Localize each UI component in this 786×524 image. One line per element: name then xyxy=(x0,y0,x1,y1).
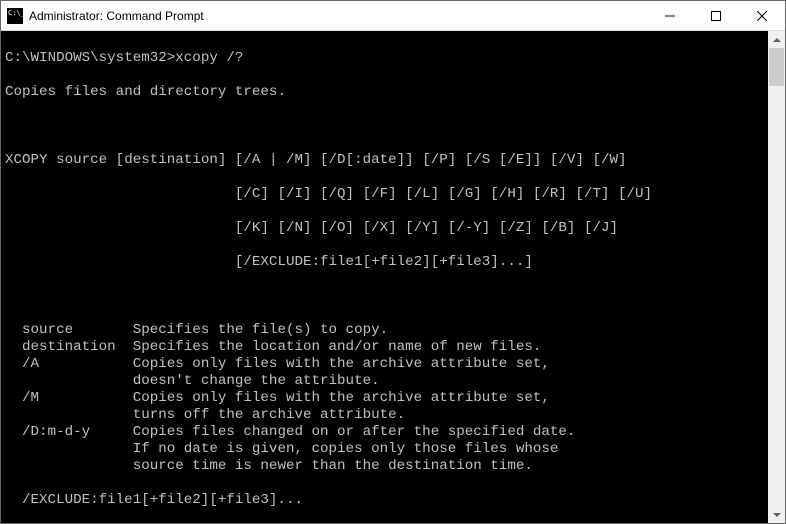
option-desc: turns off the archive attribute. xyxy=(133,407,405,423)
scroll-up-button[interactable] xyxy=(768,31,785,48)
titlebar[interactable]: Administrator: Command Prompt xyxy=(1,1,785,31)
option-key: source xyxy=(22,322,133,338)
usage-flags-3: [/K] [/N] [/O] [/X] [/Y] [/-Y] [/Z] [/B]… xyxy=(235,220,618,236)
option-key xyxy=(22,458,133,474)
option-key xyxy=(22,373,133,389)
option-desc: Copies only files with the archive attri… xyxy=(133,390,550,406)
option-desc: Specifies the location and/or name of ne… xyxy=(133,339,542,355)
terminal-output[interactable]: C:\WINDOWS\system32>xcopy /? Copies file… xyxy=(1,31,768,523)
option-row: destination Specifies the location and/o… xyxy=(5,339,764,356)
window-controls xyxy=(647,1,785,30)
option-key xyxy=(22,407,133,423)
option-key xyxy=(22,441,133,457)
option-key: /D:m-d-y xyxy=(22,424,133,440)
usage-head: XCOPY source [destination] xyxy=(5,152,226,168)
option-key: destination xyxy=(22,339,133,355)
option-row: If no date is given, copies only those f… xyxy=(5,441,764,458)
prompt: C:\WINDOWS\system32> xyxy=(5,50,175,66)
scroll-down-button[interactable] xyxy=(768,506,785,523)
option-row: source Specifies the file(s) to copy. xyxy=(5,322,764,339)
option-row: doesn't change the attribute. xyxy=(5,373,764,390)
close-button[interactable] xyxy=(739,1,785,30)
option-row: turns off the archive attribute. xyxy=(5,407,764,424)
option-row: /M Copies only files with the archive at… xyxy=(5,390,764,407)
option-desc: Copies only files with the archive attri… xyxy=(133,356,550,372)
option-key: /A xyxy=(22,356,133,372)
command-text: xcopy /? xyxy=(175,50,243,66)
minimize-button[interactable] xyxy=(647,1,693,30)
option-key: /M xyxy=(22,390,133,406)
option-row: source time is newer than the destinatio… xyxy=(5,458,764,475)
usage-flags-1: [/A | /M] [/D[:date]] [/P] [/S [/E]] [/V… xyxy=(235,152,627,168)
option-row: /A Copies only files with the archive at… xyxy=(5,356,764,373)
option-row: /D:m-d-y Copies files changed on or afte… xyxy=(5,424,764,441)
option-desc: Specifies the file(s) to copy. xyxy=(133,322,388,338)
option-desc: If no date is given, copies only those f… xyxy=(133,441,559,457)
option-desc: doesn't change the attribute. xyxy=(133,373,380,389)
window-title: Administrator: Command Prompt xyxy=(29,9,647,23)
client-area: C:\WINDOWS\system32>xcopy /? Copies file… xyxy=(1,31,785,523)
option-desc: Copies files changed on or after the spe… xyxy=(133,424,576,440)
usage-flags-2: [/C] [/I] [/Q] [/F] [/L] [/G] [/H] [/R] … xyxy=(235,186,652,202)
exclude-header: /EXCLUDE:file1[+file2][+file3]... xyxy=(22,492,303,508)
vertical-scrollbar[interactable] xyxy=(768,31,785,523)
maximize-button[interactable] xyxy=(693,1,739,30)
usage-flags-4: [/EXCLUDE:file1[+file2][+file3]...] xyxy=(235,254,533,270)
intro-line: Copies files and directory trees. xyxy=(5,84,764,101)
option-desc: source time is newer than the destinatio… xyxy=(133,458,533,474)
scroll-thumb[interactable] xyxy=(769,48,784,86)
cmd-icon xyxy=(7,8,23,24)
